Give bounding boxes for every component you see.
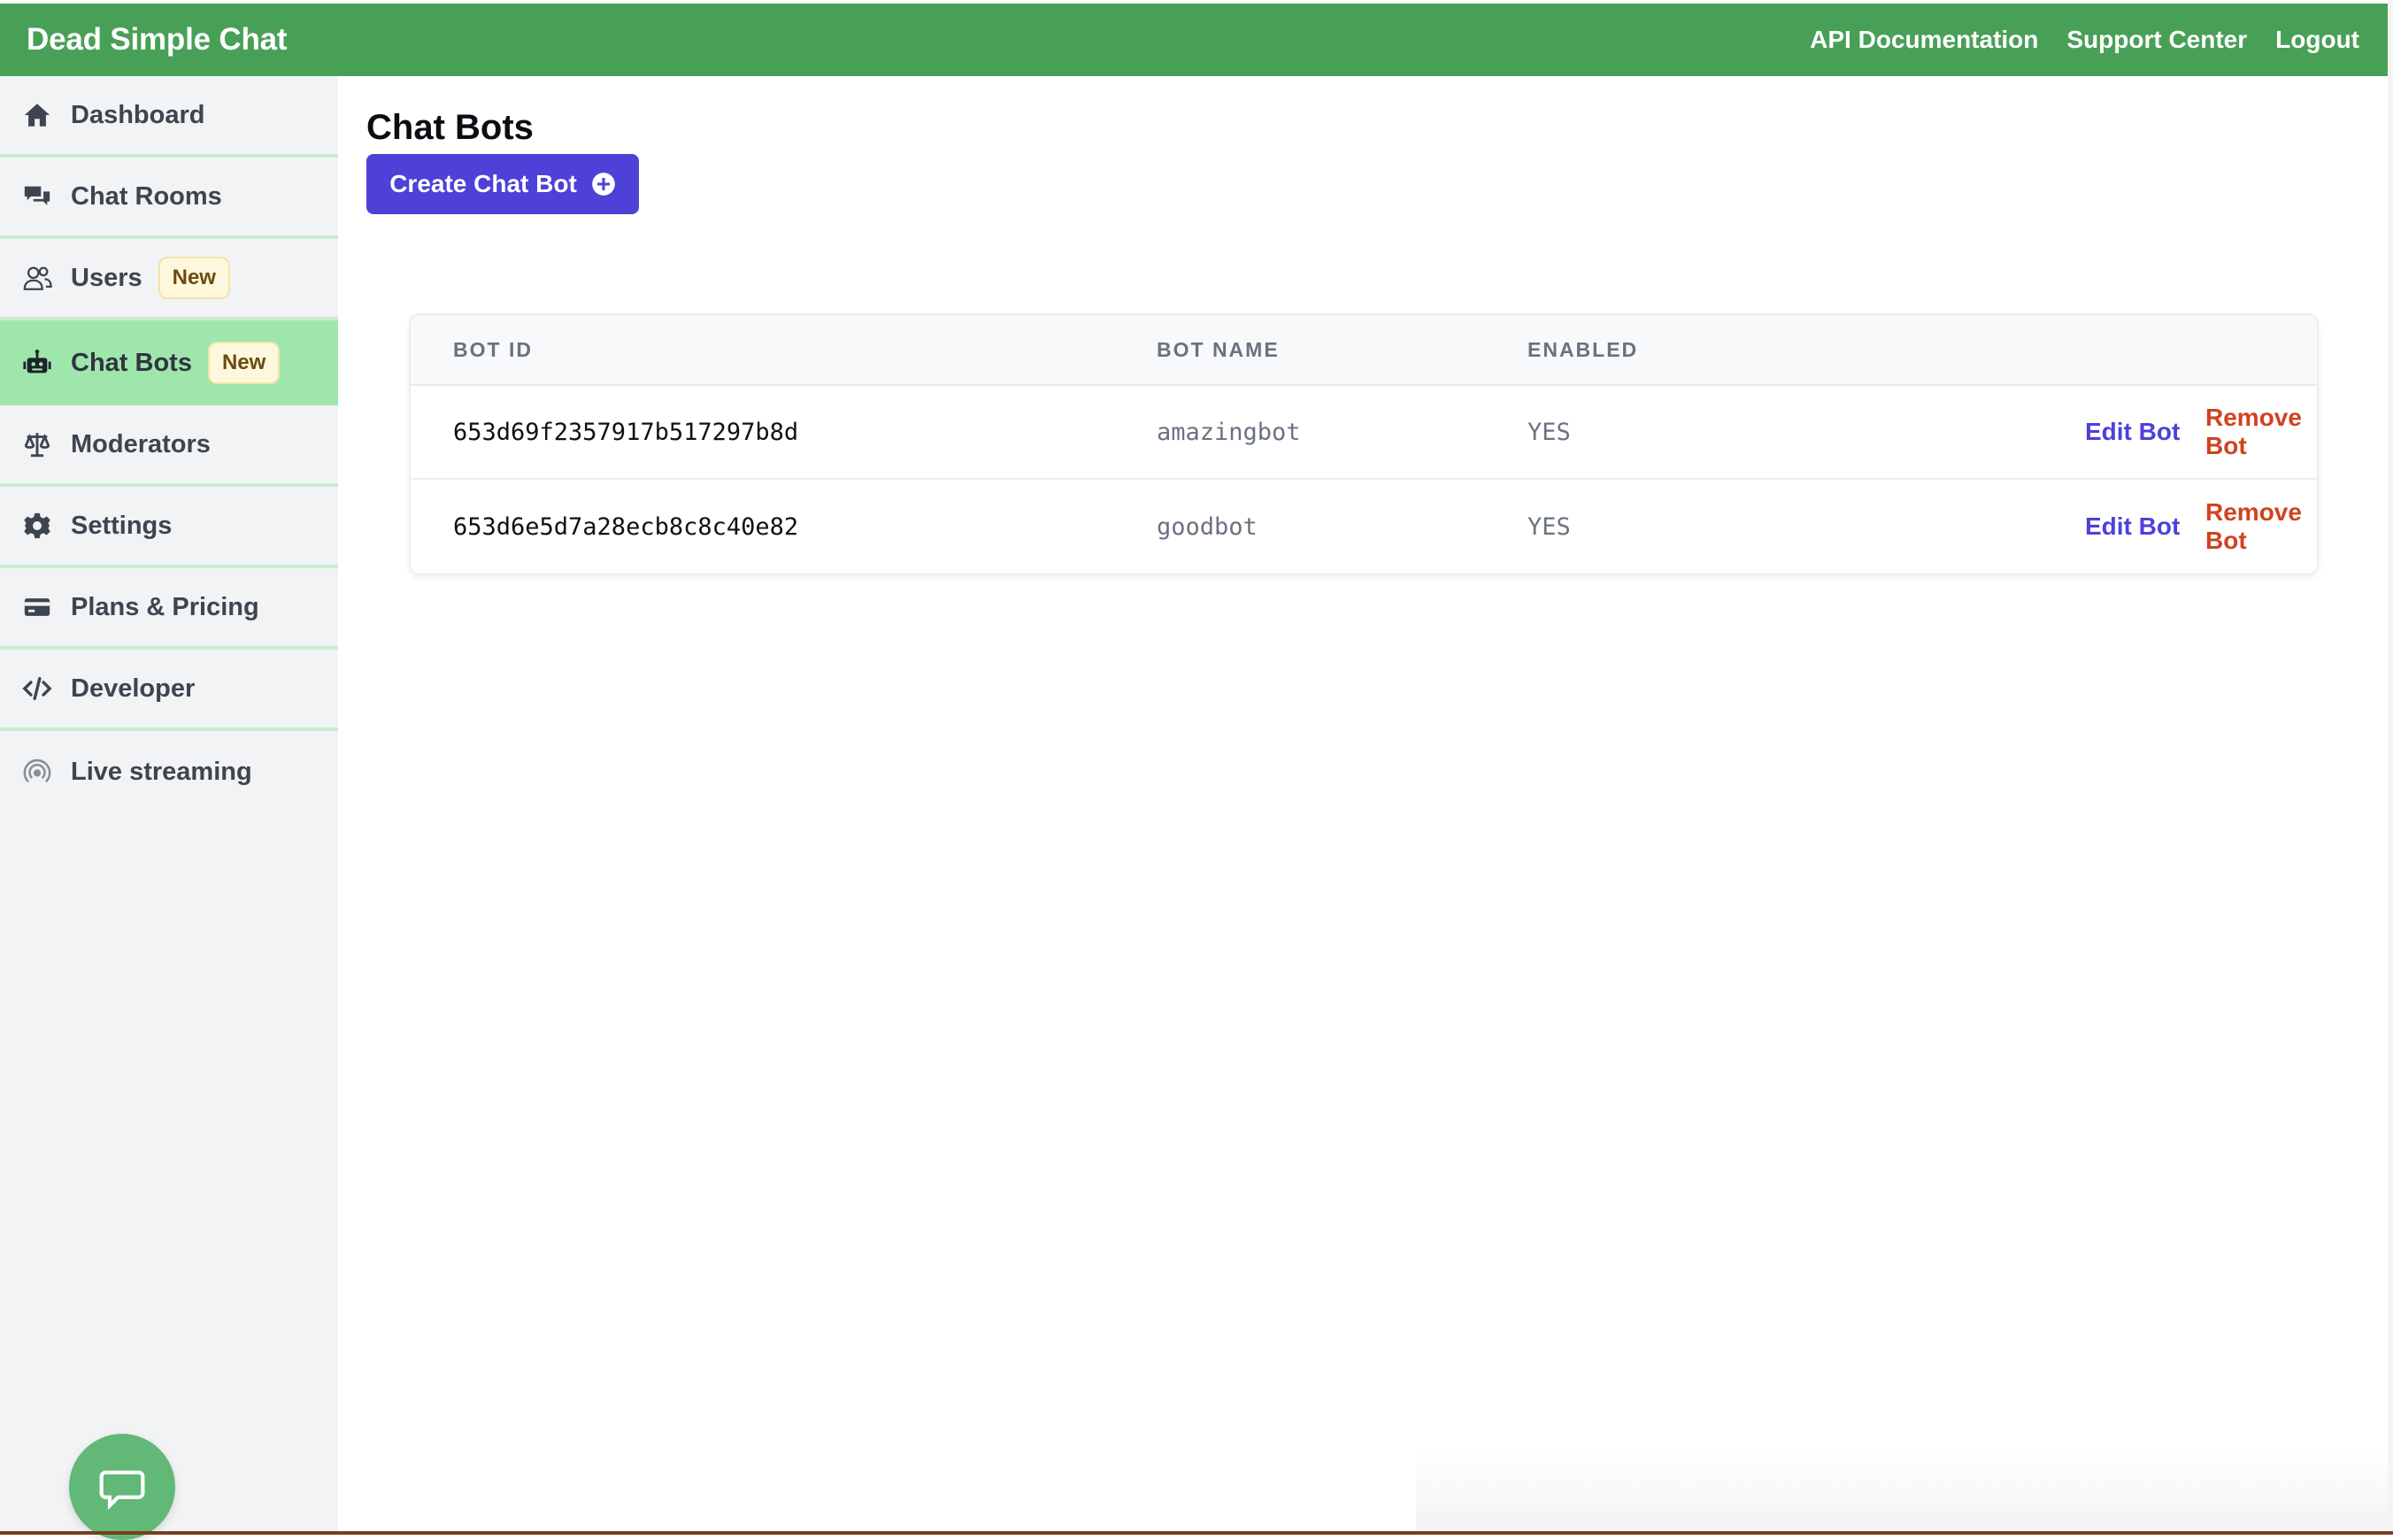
users-icon	[21, 262, 53, 294]
table-header: BOT ID BOT NAME ENABLED	[411, 315, 2317, 386]
edit-bot-link[interactable]: Edit Bot	[2085, 418, 2180, 446]
table-row: 653d69f2357917b517297b8d amazingbot YES …	[411, 386, 2317, 480]
create-chat-bot-label: Create Chat Bot	[389, 170, 577, 197]
credit-card-icon	[21, 591, 53, 623]
api-documentation-link[interactable]: API Documentation	[1810, 26, 2038, 54]
bot-enabled-cell: YES	[1527, 418, 1571, 446]
bot-id-cell: 653d6e5d7a28ecb8c8c40e82	[453, 512, 799, 541]
chat-bubble-icon	[99, 1470, 145, 1511]
bot-name-cell: amazingbot	[1157, 418, 1301, 446]
support-center-link[interactable]: Support Center	[2066, 26, 2247, 54]
page-title: Chat Bots	[366, 108, 534, 147]
logout-link[interactable]: Logout	[2275, 26, 2359, 54]
code-icon	[21, 673, 53, 705]
bot-id-cell: 653d69f2357917b517297b8d	[453, 418, 799, 446]
sidebar-item-moderators[interactable]: Moderators	[0, 405, 338, 487]
chat-bubbles-icon	[21, 181, 53, 212]
gear-icon	[21, 510, 53, 542]
bot-enabled-cell: YES	[1527, 512, 1571, 541]
sidebar-item-label: Settings	[71, 511, 173, 540]
window-edge	[2388, 0, 2393, 1535]
app-window: Dead Simple Chat API Documentation Suppo…	[0, 0, 2393, 1540]
sidebar-item-label: Dashboard	[71, 100, 205, 129]
sidebar-item-dashboard[interactable]: Dashboard	[0, 76, 338, 158]
home-icon	[21, 99, 53, 131]
sidebar: Dashboard Chat Rooms Users New Chat Bots…	[0, 76, 338, 1540]
new-badge: New	[158, 257, 230, 299]
brand-title[interactable]: Dead Simple Chat	[27, 22, 288, 58]
chat-support-button[interactable]	[69, 1434, 175, 1540]
bottom-shadow	[1416, 1451, 2389, 1535]
column-header-enabled: ENABLED	[1527, 337, 1639, 361]
broadcast-icon	[21, 756, 53, 788]
sidebar-item-label: Chat Bots	[71, 348, 192, 377]
chat-bots-table: BOT ID BOT NAME ENABLED 653d69f2357917b5…	[409, 313, 2319, 575]
top-bar: Dead Simple Chat API Documentation Suppo…	[0, 4, 2388, 76]
plus-circle-icon	[591, 173, 615, 196]
scales-icon	[21, 428, 53, 460]
main-content: Chat Bots Create Chat Bot BOT ID BOT NAM…	[338, 76, 2388, 1535]
remove-bot-link[interactable]: Remove Bot	[2205, 498, 2317, 555]
bot-name-cell: goodbot	[1157, 512, 1258, 541]
sidebar-item-chat-bots[interactable]: Chat Bots New	[0, 320, 338, 405]
new-badge: New	[207, 342, 281, 384]
sidebar-item-plans-pricing[interactable]: Plans & Pricing	[0, 568, 338, 650]
sidebar-item-label: Chat Rooms	[71, 181, 222, 211]
edit-bot-link[interactable]: Edit Bot	[2085, 512, 2180, 541]
create-chat-bot-button[interactable]: Create Chat Bot	[366, 154, 639, 214]
column-header-bot-id: BOT ID	[453, 337, 533, 361]
sidebar-item-label: Moderators	[71, 429, 211, 458]
robot-icon	[21, 347, 53, 379]
sidebar-item-label: Users	[71, 263, 142, 292]
window-bottom-border	[0, 1531, 2393, 1535]
sidebar-item-label: Plans & Pricing	[71, 592, 259, 621]
sidebar-item-users[interactable]: Users New	[0, 239, 338, 320]
sidebar-item-developer[interactable]: Developer	[0, 650, 338, 731]
sidebar-item-live-streaming[interactable]: Live streaming	[0, 731, 338, 812]
sidebar-item-settings[interactable]: Settings	[0, 487, 338, 568]
sidebar-item-label: Live streaming	[71, 757, 252, 786]
table-row: 653d6e5d7a28ecb8c8c40e82 goodbot YES Edi…	[411, 480, 2317, 574]
sidebar-item-chat-rooms[interactable]: Chat Rooms	[0, 158, 338, 239]
sidebar-item-label: Developer	[71, 674, 196, 703]
column-header-bot-name: BOT NAME	[1157, 337, 1280, 361]
remove-bot-link[interactable]: Remove Bot	[2205, 404, 2317, 460]
top-nav: API Documentation Support Center Logout	[1810, 26, 2359, 54]
